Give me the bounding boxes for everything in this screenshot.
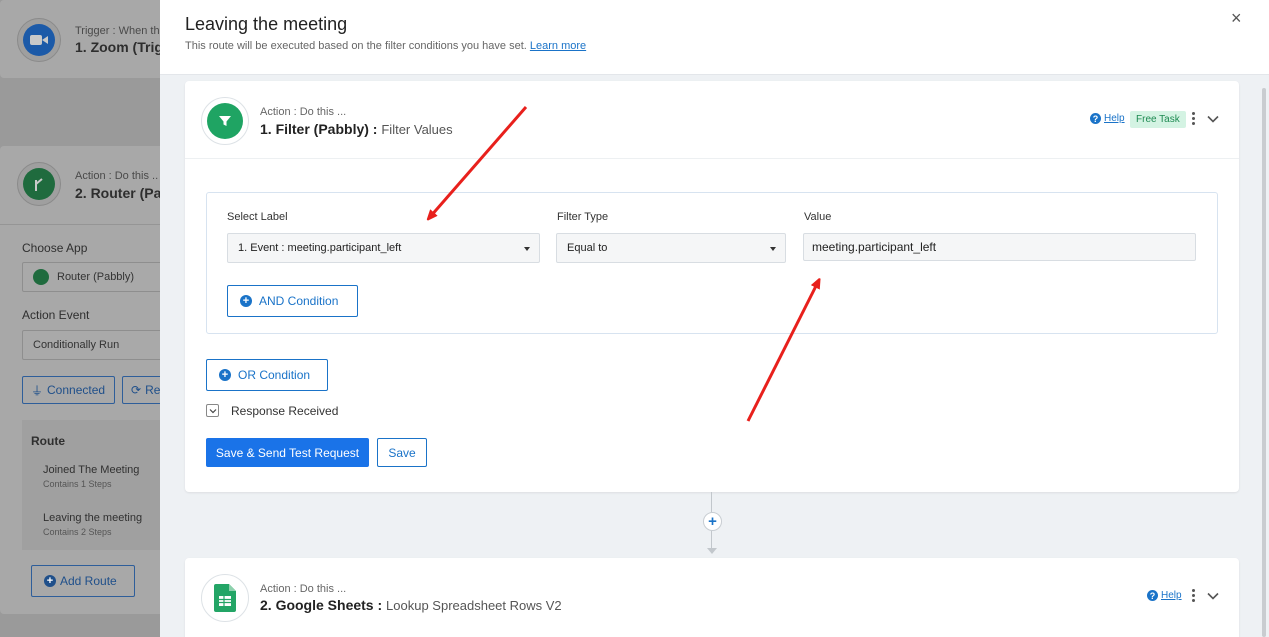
arrow-down-icon [707,548,717,554]
google-sheets-step-card: Action : Do this ... 2. Google Sheets : … [185,558,1239,637]
caret-down-icon [524,247,530,251]
trigger-title: 1. Zoom (Trig [75,39,163,55]
divider [0,224,175,225]
step-subtitle: Action : Do this ... [260,583,347,595]
modal-subtitle-text: This route will be executed based on the… [185,40,527,52]
route-modal: Leaving the meeting This route will be e… [160,0,1269,637]
filter-type-dropdown[interactable]: Equal to [556,233,786,263]
help-icon: ? [1147,590,1158,601]
google-sheets-icon [201,574,249,622]
background-trigger-card: Trigger : When th 1. Zoom (Trig [0,0,175,78]
help-label: Help [1161,590,1182,601]
plus-icon: + [219,369,231,381]
more-options-icon[interactable] [1191,589,1195,602]
check-icon [209,408,216,413]
caret-down-icon [770,247,776,251]
router-subtitle: Action : Do this .. [75,170,159,182]
select-label-value: 1. Event : meeting.participant_left [238,242,402,254]
step-subtitle: Action : Do this ... [260,106,347,118]
select-label-dropdown[interactable]: 1. Event : meeting.participant_left [227,233,540,263]
help-label: Help [1104,113,1125,124]
route-name: Leaving the meeting [43,512,143,524]
route-name: Joined The Meeting [43,464,140,476]
close-icon[interactable]: × [1231,8,1242,29]
or-condition-label: OR Condition [238,368,311,382]
reconnect-label: Re [145,383,161,397]
filter-step-card: Action : Do this ... 1. Filter (Pabbly) … [185,81,1239,492]
refresh-icon: ⟳ [131,383,142,397]
help-link[interactable]: ? Help [1090,113,1125,124]
choose-app-value: Router (Pabbly) [57,271,135,283]
learn-more-link[interactable]: Learn more [530,40,586,52]
filter-app-icon [201,97,249,145]
step-event-name: Lookup Spreadsheet Rows V2 [386,598,562,613]
choose-app-label: Choose App [22,241,88,255]
save-button[interactable]: Save [377,438,427,467]
step-app-name: 2. Google Sheets : [260,597,383,613]
add-route-button: + Add Route [31,565,135,597]
zoom-app-icon [17,18,61,62]
step-event-name: Filter Values [381,122,453,137]
scrollbar[interactable] [1262,88,1266,637]
route-steps: Contains 2 Steps [43,527,112,537]
action-event-value: Conditionally Run [33,339,120,351]
step-header[interactable]: Action : Do this ... 1. Filter (Pabbly) … [185,81,1239,159]
filter-type-value: Equal to [567,242,608,254]
step-title: 1. Filter (Pabbly) : Filter Values [260,121,453,137]
chevron-down-icon[interactable] [1206,589,1220,603]
select-label-heading: Select Label [227,211,288,223]
action-event-select: Conditionally Run [22,330,182,360]
more-options-icon[interactable] [1191,112,1195,125]
router-small-icon [33,269,49,285]
route-steps: Contains 1 Steps [43,479,112,489]
connector-line [711,492,712,512]
plug-icon: ⏚ [31,383,44,398]
and-condition-label: AND Condition [259,294,339,308]
add-step-button[interactable]: + [703,512,722,531]
or-condition-button[interactable]: + OR Condition [206,359,328,391]
filter-condition-group: Select Label 1. Event : meeting.particip… [206,192,1218,334]
step-title: 2. Google Sheets : Lookup Spreadsheet Ro… [260,597,562,613]
router-title: 2. Router (Pa [75,185,162,201]
filter-type-heading: Filter Type [557,211,609,223]
chevron-down-icon[interactable] [1206,112,1220,126]
modal-subtitle: This route will be executed based on the… [185,40,586,52]
connected-label: Connected [47,383,106,397]
step-app-name: 1. Filter (Pabbly) : [260,121,378,137]
value-heading: Value [804,211,832,223]
trigger-subtitle: Trigger : When th [75,25,160,37]
response-received-label: Response Received [231,404,339,418]
and-condition-button[interactable]: + AND Condition [227,285,358,317]
route-heading: Route [31,434,65,448]
choose-app-select: Router (Pabbly) [22,262,182,292]
modal-header: Leaving the meeting This route will be e… [160,0,1269,75]
connector-line [711,531,712,549]
router-app-icon [17,162,61,206]
free-task-badge: Free Task [1130,111,1186,128]
value-input[interactable]: meeting.participant_left [803,233,1196,261]
value-input-text: meeting.participant_left [812,240,937,254]
add-route-label: Add Route [60,574,117,588]
help-link[interactable]: ? Help [1147,590,1182,601]
plus-icon: + [44,575,56,587]
route-item: Joined The Meeting Contains 1 Steps [43,464,139,489]
help-icon: ? [1090,113,1101,124]
save-and-send-test-button[interactable]: Save & Send Test Request [206,438,369,467]
plus-icon: + [240,295,252,307]
response-received-checkbox[interactable] [206,404,219,417]
action-event-label: Action Event [22,308,90,322]
modal-title: Leaving the meeting [185,14,348,34]
route-item: Leaving the meeting Contains 2 Steps [43,512,142,537]
connected-button: ⏚ Connected [22,376,115,404]
step-header[interactable]: Action : Do this ... 2. Google Sheets : … [185,558,1239,636]
